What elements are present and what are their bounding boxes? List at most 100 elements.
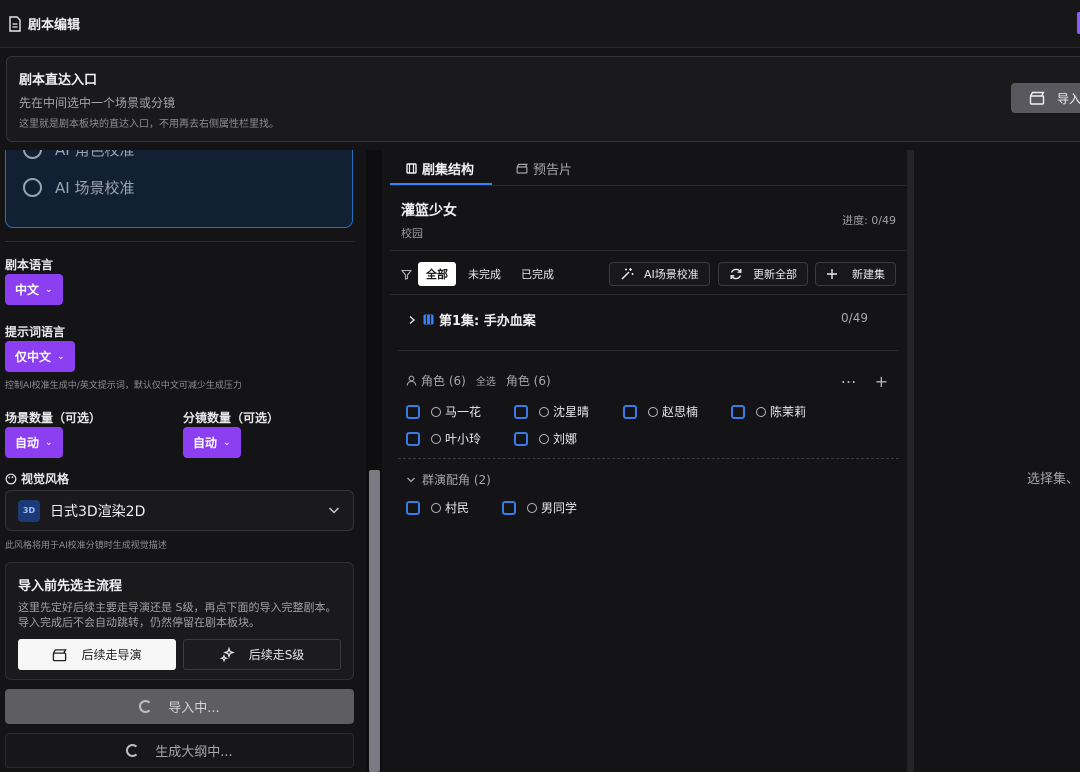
script-language-value: 中文 (15, 283, 40, 297)
prompt-language-select[interactable]: 仅中文 ⌄ (5, 341, 75, 372)
clapperboard-icon (1029, 91, 1045, 105)
character-name: 赵思楠 (662, 405, 699, 419)
filter-incomplete[interactable]: 未完成 (460, 262, 509, 286)
option-ai-scene-calibration[interactable]: AI 场景校准 (23, 177, 134, 198)
flow-option-s-level[interactable]: 后续走S级 (183, 639, 341, 670)
flow-option-s-level-label: 后续走S级 (248, 648, 305, 662)
section-divider (390, 250, 907, 251)
chevron-down-icon (328, 507, 340, 514)
character-item[interactable]: 陈茉莉 (731, 403, 806, 420)
ai-scene-calibrate-button[interactable]: AI场景校准 (609, 262, 710, 286)
generating-outline-button[interactable]: 生成大纲中... (5, 733, 354, 768)
active-tab-indicator (390, 183, 492, 185)
banner-import-button[interactable]: 导入 (1011, 83, 1080, 113)
extras-count-label: 群演配角 (2) (422, 473, 491, 487)
flow-description: 这里先定好后续主要走导演还是 S级，再点下面的导入完整剧本。 导入完成后不会自动… (18, 601, 337, 629)
new-episode-label: 新建集 (852, 268, 885, 281)
prompt-language-label: 提示词语言 (5, 325, 66, 339)
extra-name: 村民 (445, 501, 470, 515)
add-character-icon[interactable]: + (875, 372, 888, 391)
section-divider (398, 350, 899, 351)
option-ai-character-calibration[interactable]: AI 角色校准 (23, 150, 134, 160)
spinner-icon (126, 744, 140, 757)
character-item[interactable]: 刘娜 (514, 430, 577, 447)
characters-count-label: 角色 (6) (421, 374, 466, 388)
refresh-icon (730, 268, 742, 280)
episode-row[interactable]: 第1集: 手办血案 (407, 310, 536, 329)
shot-count-label: 分镜数量（可选） (183, 411, 280, 425)
checkbox[interactable] (406, 500, 420, 515)
title-bar: 剧本编辑 (0, 0, 1080, 48)
checkbox[interactable] (406, 431, 420, 446)
character-item[interactable]: 叶小玲 (406, 430, 481, 447)
spinner-icon (139, 700, 153, 713)
panel-resize-handle[interactable] (907, 150, 914, 772)
extras-group-header[interactable]: 群演配角 (2) (406, 471, 491, 488)
tab-trailer[interactable]: 预告片 (516, 159, 572, 178)
chevron-down-icon: ⌄ (45, 437, 53, 448)
banner-note: 这里就是剧本板块的直达入口，不用再去右侧属性栏里找。 (19, 119, 279, 130)
generating-outline-label: 生成大纲中... (155, 745, 233, 760)
plus-icon (827, 269, 837, 279)
left-scrollbar-thumb[interactable] (369, 470, 380, 772)
section-divider (5, 241, 354, 242)
scene-count-label: 场景数量（可选） (5, 411, 102, 425)
flow-option-director[interactable]: 后续走导演 (18, 639, 176, 670)
select-all-characters[interactable]: 全选 (476, 373, 496, 388)
character-name: 刘娜 (553, 432, 578, 446)
clapperboard-icon (516, 163, 528, 174)
project-progress: 进度: 0/49 (842, 214, 896, 227)
more-icon[interactable]: ⋯ (841, 372, 857, 391)
episode-structure-panel: 剧集结构 预告片 灌篮少女 校园 进度: 0/49 全部 未完成 已完成 AI场… (390, 150, 907, 772)
status-circle-icon (431, 502, 441, 513)
character-item[interactable]: 赵思楠 (623, 403, 698, 420)
extra-item[interactable]: 男同学 (502, 499, 577, 516)
refresh-all-button[interactable]: 更新全部 (718, 262, 808, 286)
visual-style-select[interactable]: 3D 日式3D渲染2D (5, 490, 354, 531)
filter-complete[interactable]: 已完成 (513, 262, 562, 286)
filter-bar: 全部 未完成 已完成 (401, 262, 566, 286)
importing-button[interactable]: 导入中... (5, 689, 354, 724)
scene-count-select[interactable]: 自动 ⌄ (5, 427, 63, 458)
clapperboard-icon (53, 648, 68, 661)
filter-icon (401, 269, 412, 280)
empty-state-text: 选择集、 (1027, 472, 1080, 487)
flow-option-director-label: 后续走导演 (81, 648, 142, 662)
extra-item[interactable]: 村民 (406, 499, 469, 516)
status-circle-icon (431, 406, 441, 417)
refresh-all-label: 更新全部 (753, 268, 797, 281)
app-root: 剧本编辑 剧本直达入口 先在中间选中一个场景或分镜 这里就是剧本板块的直达入口，… (0, 0, 1080, 772)
character-item[interactable]: 马一花 (406, 403, 481, 420)
new-episode-button[interactable]: 新建集 (815, 262, 896, 286)
main-flow-card: 导入前先选主流程 这里先定好后续主要走导演还是 S级，再点下面的导入完整剧本。 … (5, 562, 354, 680)
visual-style-value: 日式3D渲染2D (50, 503, 146, 520)
checkbox[interactable] (514, 431, 528, 446)
script-language-select[interactable]: 中文 ⌄ (5, 274, 63, 305)
character-item[interactable]: 沈星晴 (514, 403, 589, 420)
palette-icon (5, 473, 17, 484)
script-language-label: 剧本语言 (5, 258, 54, 272)
episode-progress: 0/49 (841, 311, 868, 325)
chevron-down-icon: ⌄ (223, 437, 231, 448)
checkbox[interactable] (406, 404, 420, 419)
visual-style-hint: 此风格将用于AI校准分镜时生成视觉描述 (5, 541, 167, 551)
checkbox[interactable] (731, 404, 745, 419)
checkbox[interactable] (502, 500, 516, 515)
window-title: 剧本编辑 (28, 18, 81, 33)
shot-count-select[interactable]: 自动 ⌄ (183, 427, 241, 458)
characters-count-label-2: 角色 (6) (505, 374, 551, 388)
importing-label: 导入中... (168, 701, 220, 716)
calibration-options-card: AI 角色校准 AI 场景校准 (5, 150, 353, 228)
tab-episode-structure[interactable]: 剧集结构 (406, 159, 474, 178)
filter-all[interactable]: 全部 (418, 262, 456, 286)
checkbox[interactable] (623, 404, 637, 419)
banner-import-label: 导入 (1057, 91, 1080, 106)
status-circle-icon (527, 502, 537, 513)
shot-count-value: 自动 (193, 436, 218, 450)
radio-icon (23, 178, 42, 197)
section-divider (390, 294, 907, 295)
flow-title: 导入前先选主流程 (18, 579, 123, 594)
character-name: 马一花 (445, 405, 482, 419)
chevron-down-icon: ⌄ (45, 284, 53, 295)
checkbox[interactable] (514, 404, 528, 419)
